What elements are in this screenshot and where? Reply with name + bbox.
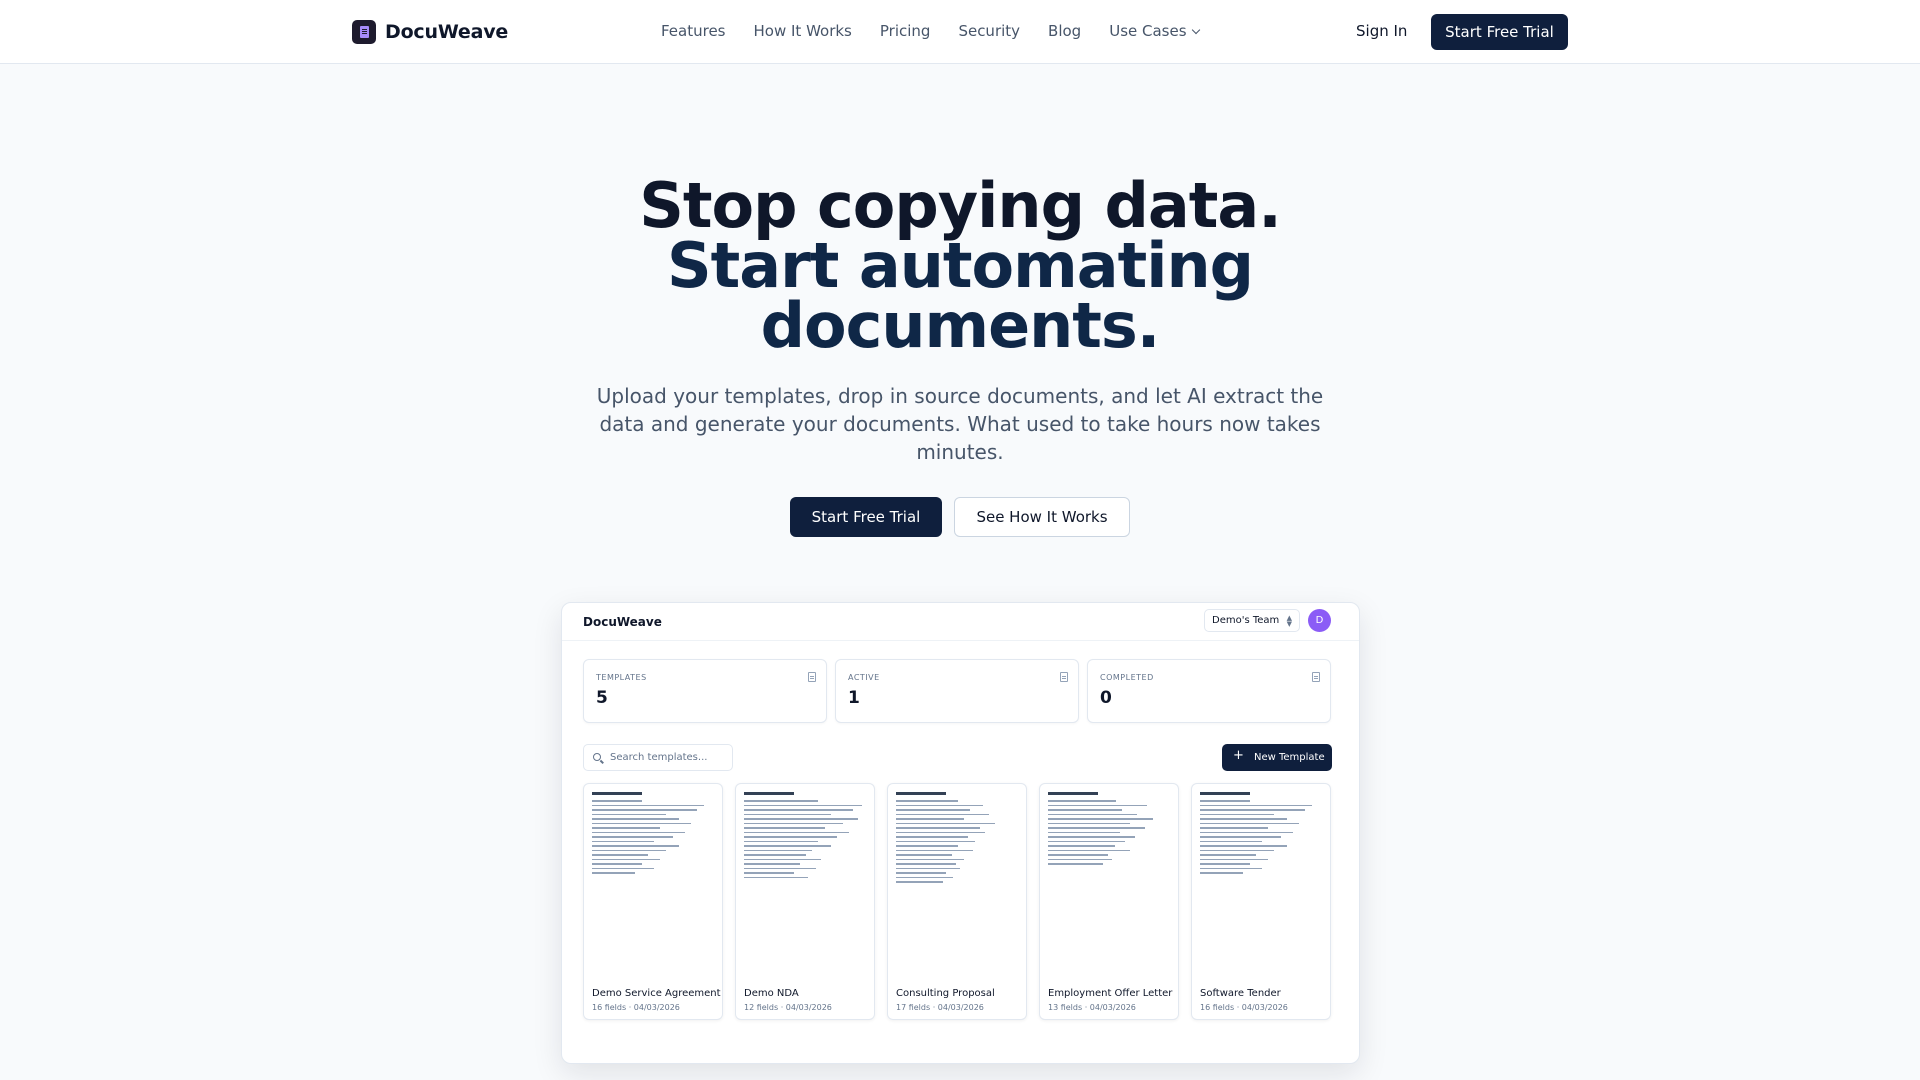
template-name: Demo NDA [744, 988, 799, 999]
file-icon [1060, 672, 1068, 682]
hero-subtitle: Upload your templates, drop in source do… [596, 384, 1324, 464]
template-card[interactable]: Demo Service Agreement 16 fields · 04/03… [583, 783, 723, 1020]
nav-links: Features How It Works Pricing Security B… [661, 22, 1200, 40]
search-icon [593, 753, 601, 761]
template-card[interactable]: Consulting Proposal 17 fields · 04/03/20… [887, 783, 1027, 1020]
avatar[interactable]: D [1308, 609, 1331, 632]
sign-in-link[interactable]: Sign In [1356, 22, 1407, 40]
document-thumbnail [744, 792, 868, 982]
chevron-down-icon [1191, 25, 1200, 35]
template-meta: 16 fields · 04/03/2026 [1200, 1003, 1288, 1012]
stat-value: 5 [596, 688, 608, 708]
stat-card-templates: TEMPLATES 5 [583, 659, 827, 723]
template-name: Software Tender [1200, 988, 1281, 999]
hero-title: Stop copying data. Start automating docu… [560, 169, 1360, 362]
template-name: Employment Offer Letter [1048, 988, 1173, 999]
template-meta: 16 fields · 04/03/2026 [592, 1003, 680, 1012]
document-logo-icon [352, 20, 376, 44]
template-meta: 13 fields · 04/03/2026 [1048, 1003, 1136, 1012]
stat-value: 0 [1100, 688, 1112, 708]
app-preview: DocuWeave Demo's Team ▲ ▼ D TEMPLATES 5 A… [561, 602, 1360, 1064]
nav-link-how-it-works[interactable]: How It Works [754, 22, 852, 40]
hero-title-line1: Stop copying data. [639, 169, 1282, 242]
preview-brand: DocuWeave [583, 615, 662, 629]
template-name: Consulting Proposal [896, 988, 995, 999]
chevron-up-down-icon: ▲ ▼ [1286, 614, 1292, 628]
stat-value: 1 [848, 688, 860, 708]
search-placeholder: Search templates... [610, 752, 708, 763]
document-thumbnail [896, 792, 1020, 982]
template-meta: 17 fields · 04/03/2026 [896, 1003, 984, 1012]
template-meta: 12 fields · 04/03/2026 [744, 1003, 832, 1012]
nav-link-features[interactable]: Features [661, 22, 726, 40]
use-cases-label: Use Cases [1109, 22, 1187, 40]
template-name: Demo Service Agreement [592, 988, 721, 999]
document-thumbnail [1048, 792, 1172, 982]
document-thumbnail [1200, 792, 1324, 982]
stat-label: TEMPLATES [596, 673, 647, 682]
brand-name: DocuWeave [385, 21, 509, 43]
team-selector[interactable]: Demo's Team ▲ ▼ [1204, 609, 1300, 632]
template-card[interactable]: Software Tender 16 fields · 04/03/2026 [1191, 783, 1331, 1020]
search-templates-input[interactable]: Search templates... [583, 744, 733, 771]
hero-title-line2: Start automating documents. [667, 229, 1254, 362]
nav-start-trial-button[interactable]: Start Free Trial [1431, 14, 1568, 50]
file-icon [808, 672, 816, 682]
file-icon [1312, 672, 1320, 682]
hero-start-trial-button[interactable]: Start Free Trial [790, 497, 942, 537]
template-card[interactable]: Employment Offer Letter 13 fields · 04/0… [1039, 783, 1179, 1020]
stat-label: ACTIVE [848, 673, 880, 682]
nav-link-blog[interactable]: Blog [1048, 22, 1081, 40]
brand-logo-link[interactable]: DocuWeave [352, 20, 508, 44]
stat-label: COMPLETED [1100, 673, 1154, 682]
stat-card-active: ACTIVE 1 [835, 659, 1079, 723]
document-thumbnail [592, 792, 716, 982]
template-card[interactable]: Demo NDA 12 fields · 04/03/2026 [735, 783, 875, 1020]
nav-dropdown-use-cases[interactable]: Use Cases [1109, 22, 1200, 40]
top-nav: DocuWeave Features How It Works Pricing … [0, 0, 1920, 64]
nav-link-pricing[interactable]: Pricing [880, 22, 931, 40]
plus-icon: + [1233, 748, 1244, 763]
team-name: Demo's Team [1212, 615, 1280, 626]
stat-card-completed: COMPLETED 0 [1087, 659, 1331, 723]
nav-link-security[interactable]: Security [958, 22, 1020, 40]
new-template-label: New Template [1254, 752, 1325, 763]
see-how-it-works-button[interactable]: See How It Works [954, 497, 1130, 537]
new-template-button[interactable]: + New Template [1222, 744, 1332, 771]
preview-header: DocuWeave Demo's Team ▲ ▼ D [562, 603, 1359, 641]
